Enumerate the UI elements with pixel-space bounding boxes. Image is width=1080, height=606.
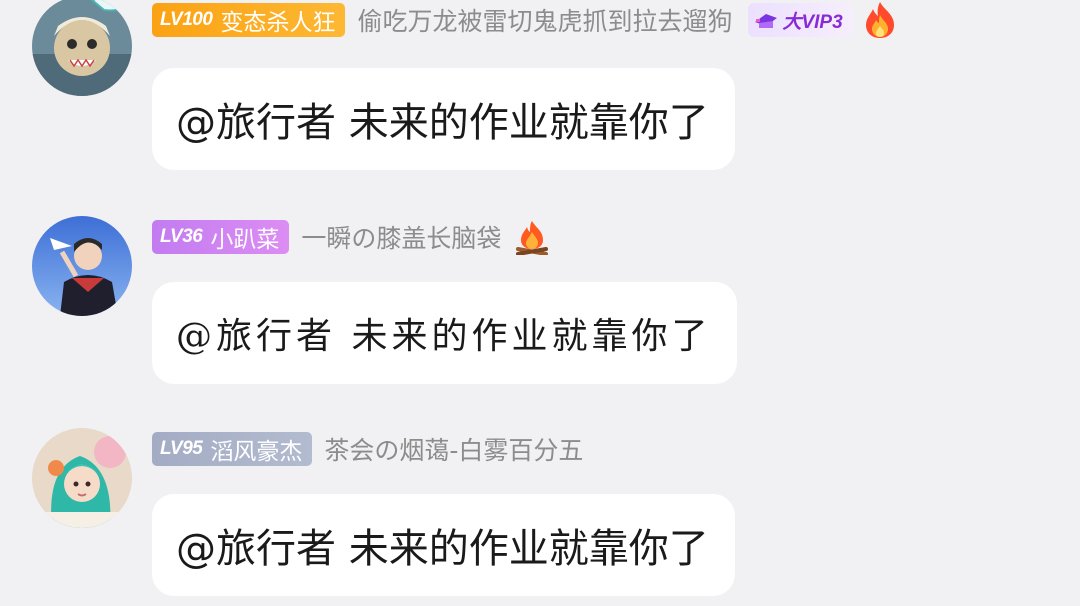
avatar-image [32, 0, 132, 96]
avatar-image [32, 216, 132, 316]
chat-message: LV100 变态杀人狂 偷吃万龙被雷切鬼虎抓到拉去遛狗 大VIP3 @旅行者 未… [0, 0, 1080, 180]
message-bubble[interactable]: @旅行者 未来的作业就靠你了 [152, 68, 735, 170]
user-avatar[interactable] [32, 428, 132, 528]
vip-hat-icon [755, 14, 778, 28]
campfire-icon [515, 219, 549, 256]
username: 小趴菜 [210, 227, 280, 253]
user-level-badge[interactable]: LV100 变态杀人狂 [152, 3, 346, 37]
vip-label: 大VIP3 [782, 11, 843, 33]
user-level-badge[interactable]: LV95 滔风豪杰 [152, 432, 313, 466]
fire-icon [863, 1, 897, 39]
vip-badge[interactable]: 大VIP3 [748, 3, 853, 37]
message-header: LV95 滔风豪杰 茶会の烟蔼-白雾百分五 [152, 429, 583, 469]
avatar-image [32, 428, 132, 528]
message-bubble[interactable]: @旅行者 未来的作业就靠你了 [152, 494, 735, 596]
level-label: LV100 [160, 9, 213, 30]
user-title: 茶会の烟蔼-白雾百分五 [324, 436, 584, 465]
username: 滔风豪杰 [210, 439, 303, 465]
level-label: LV36 [160, 226, 203, 247]
chat-message: LV36 小趴菜 一瞬の膝盖长脑袋 @旅行者 未来的作业就靠你了 [0, 212, 1080, 392]
username: 变态杀人狂 [220, 10, 336, 36]
level-label: LV95 [160, 438, 203, 459]
user-level-badge[interactable]: LV36 小趴菜 [152, 220, 290, 254]
chat-message: LV95 滔风豪杰 茶会の烟蔼-白雾百分五 @旅行者 未来的作业就靠你了 [0, 424, 1080, 606]
message-header: LV36 小趴菜 一瞬の膝盖长脑袋 [152, 217, 549, 257]
user-title: 偷吃万龙被雷切鬼虎抓到拉去遛狗 [357, 7, 733, 36]
message-header: LV100 变态杀人狂 偷吃万龙被雷切鬼虎抓到拉去遛狗 大VIP3 [152, 0, 897, 40]
message-bubble[interactable]: @旅行者 未来的作业就靠你了 [152, 282, 738, 384]
user-avatar[interactable] [32, 0, 132, 96]
user-title: 一瞬の膝盖长脑袋 [301, 224, 502, 253]
user-avatar[interactable] [32, 216, 132, 316]
